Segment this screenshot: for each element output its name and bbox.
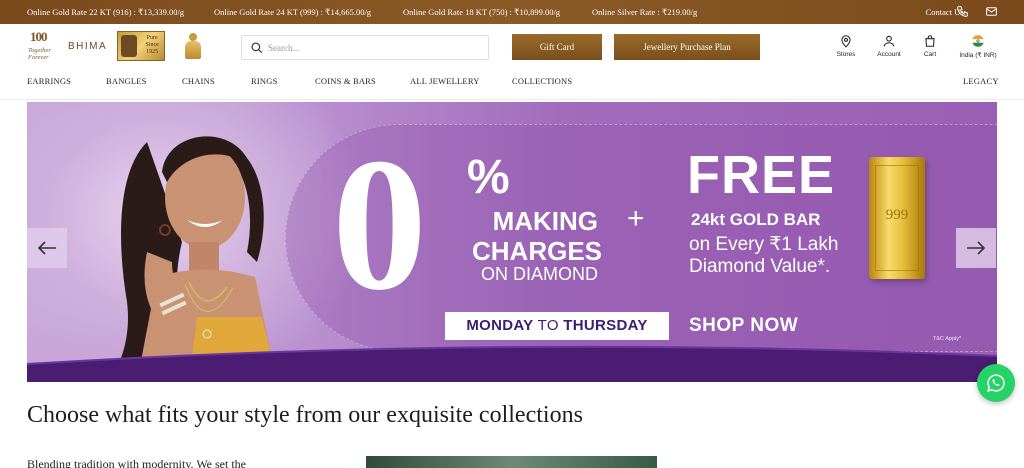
anniversary-number: 100 [30,29,47,44]
on-diamond-text: ON DIAMOND [481,264,598,284]
india-flag-icon [972,35,984,47]
stores-link[interactable]: Stores [834,34,858,58]
region-label: India (₹ INR) [959,52,997,59]
gold-idol-icon [181,31,205,61]
nav-earrings[interactable]: EARRINGS [27,76,71,86]
collections-heading: Choose what fits your style from our exq… [27,402,583,428]
brand-name: BHIMA [68,40,108,52]
silver-rate: Online Silver Rate : ₹219.00/g [592,7,698,17]
badge-text: Pure Since 1925 [145,35,159,55]
making-word: MAKING [492,206,598,236]
zero-percent-digit: 0 [332,120,427,330]
phone-icon[interactable] [956,5,969,18]
shopping-bag-icon [925,35,935,47]
thursday-text: THURSDAY [563,317,648,334]
gift-card-button[interactable]: Gift Card [512,34,602,60]
gold-bar-stamp: 999 [885,207,909,223]
monday-text: MONDAY [466,317,534,334]
charges-word: CHARGES [472,236,603,266]
nav-bangles[interactable]: BANGLES [106,76,147,86]
brand-tagline: Together Forever [28,47,51,61]
percent-sign: % [467,151,510,204]
plus-sign: + [627,202,645,235]
gold-rate-24kt: Online Gold Rate 24 KT (999) : ₹14,665.0… [214,7,372,17]
site-header: 100 Together Forever BHIMA Pure Since 19… [0,24,1024,100]
stores-label: Stores [836,51,856,58]
user-icon [883,35,895,47]
carousel-next-button[interactable] [956,228,996,268]
offer-condition-line2: Diamond Value*. [689,256,831,277]
jewellery-purchase-plan-button[interactable]: Jewellery Purchase Plan [614,34,760,60]
nav-chains[interactable]: CHAINS [182,76,215,86]
shop-now-link[interactable]: SHOP NOW [689,312,798,340]
founder-portrait-icon [121,35,138,57]
gold-bar-text: 24kt GOLD BAR [691,210,821,229]
gold-rate-22kt: Online Gold Rate 22 KT (916) : ₹13,339.0… [27,7,185,17]
whatsapp-icon [987,374,1005,392]
model-photo [107,136,277,382]
arrow-left-icon [37,241,56,255]
main-nav: EARRINGS BANGLES CHAINS RINGS COINS & BA… [0,76,1024,94]
nav-collections[interactable]: COLLECTIONS [512,76,572,86]
to-text: TO [537,317,559,334]
region-selector[interactable]: India (₹ INR) [956,34,1000,59]
gold-rate-18kt: Online Gold Rate 18 KT (750) : ₹10,899.0… [403,7,561,17]
carousel-prev-button[interactable] [27,228,67,268]
nav-all-jewellery[interactable]: ALL JEWELLERY [410,76,480,86]
cart-label: Cart [923,51,937,58]
account-link[interactable]: Account [875,34,903,58]
pure-since-badge: Pure Since 1925 [117,31,166,61]
nav-rings[interactable]: RINGS [251,76,278,86]
gold-bar-image: 999 [869,157,925,279]
search-icon[interactable] [250,41,264,55]
search-box [241,35,489,60]
making-charges-text: MAKING CHARGES [472,206,603,266]
offer-condition-line1: on Every ₹1 Lakh [689,234,839,255]
nav-coins-bars[interactable]: COINS & BARS [315,76,376,86]
account-label: Account [877,51,901,58]
search-input[interactable] [268,39,478,57]
cart-link[interactable]: Cart [919,34,941,58]
nav-legacy[interactable]: LEGACY [963,76,999,86]
anniversary-logo: 100 Together Forever [28,29,62,63]
arrow-right-icon [967,241,986,255]
offer-condition-text: on Every ₹1 Lakh Diamond Value*. [689,234,838,278]
collection-image[interactable] [366,456,657,468]
hero-banner[interactable]: 0 % MAKING CHARGES ON DIAMOND + FREE 24k… [27,102,997,382]
weekday-strip: MONDAY TO THURSDAY [445,312,669,340]
rate-bar: Online Gold Rate 22 KT (916) : ₹13,339.0… [0,0,1024,24]
collections-intro-text: Blending tradition with modernity. We se… [27,457,246,468]
brand-logo[interactable]: 100 Together Forever BHIMA Pure Since 19… [28,28,205,64]
mail-icon[interactable] [985,5,998,18]
banner-wave [27,345,997,382]
free-text: FREE [687,145,836,205]
whatsapp-chat-button[interactable] [977,364,1015,402]
location-pin-icon [841,35,851,48]
